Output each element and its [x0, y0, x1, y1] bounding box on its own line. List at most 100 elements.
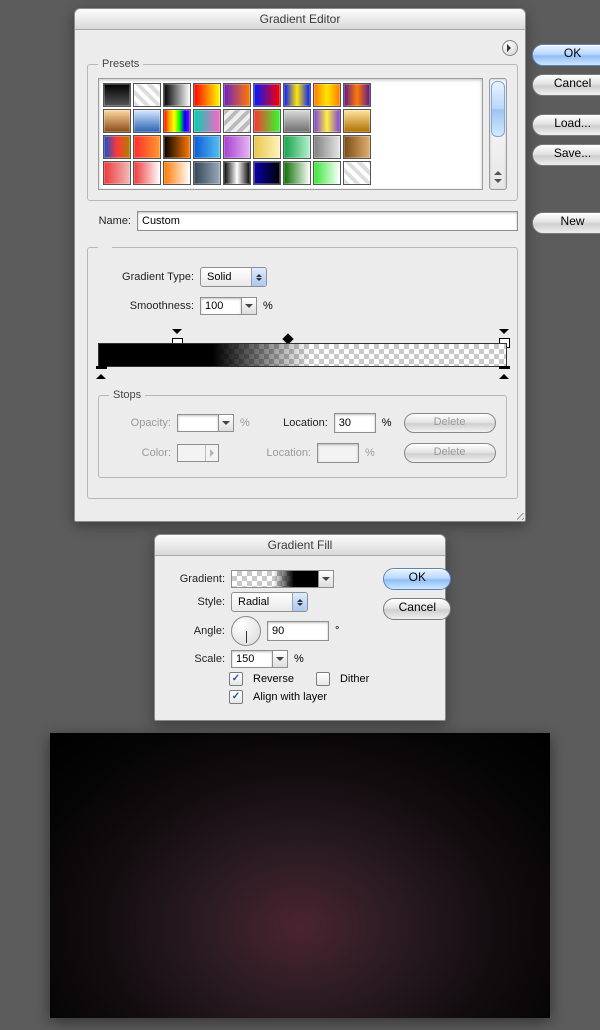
- opacity-value: [177, 414, 218, 432]
- preset-swatch[interactable]: [133, 83, 161, 107]
- align-label: Align with layer: [253, 691, 327, 703]
- percent-label: %: [263, 300, 273, 312]
- style-label: Style:: [167, 596, 225, 608]
- opacity-stop-left[interactable]: [172, 329, 182, 341]
- preset-swatch[interactable]: [163, 135, 191, 159]
- preset-swatch[interactable]: [193, 135, 221, 159]
- preset-swatch[interactable]: [163, 109, 191, 133]
- dropdown-arrow-icon[interactable]: [241, 297, 257, 315]
- gradient-editor-title: Gradient Editor: [75, 9, 525, 30]
- select-arrows-icon: [292, 593, 307, 611]
- style-value: Radial: [232, 596, 292, 608]
- preset-swatch[interactable]: [283, 161, 311, 185]
- preset-swatch[interactable]: [223, 135, 251, 159]
- delete-opacity-stop-button[interactable]: Delete: [404, 413, 496, 433]
- preset-swatch[interactable]: [253, 83, 281, 107]
- preset-swatch[interactable]: [343, 109, 371, 133]
- resize-grip-icon[interactable]: [517, 513, 524, 520]
- gradient-bar[interactable]: [98, 343, 507, 367]
- dropdown-arrow-icon[interactable]: [318, 570, 334, 588]
- preset-swatch[interactable]: [313, 135, 341, 159]
- style-select[interactable]: Radial: [231, 592, 308, 612]
- presets-flyout-icon[interactable]: [502, 40, 518, 56]
- scroll-up-icon[interactable]: [490, 165, 506, 177]
- preset-swatch[interactable]: [163, 83, 191, 107]
- preset-swatch[interactable]: [103, 135, 131, 159]
- preset-swatch[interactable]: [253, 135, 281, 159]
- preset-swatch[interactable]: [313, 83, 341, 107]
- gradient-label: Gradient:: [167, 573, 225, 585]
- align-checkbox[interactable]: [229, 690, 243, 704]
- preset-swatch[interactable]: [103, 109, 131, 133]
- scale-value[interactable]: [231, 650, 272, 668]
- smoothness-input[interactable]: [200, 297, 257, 315]
- opacity-input: [177, 414, 234, 432]
- scale-input[interactable]: [231, 650, 288, 668]
- color-label: Color:: [109, 447, 171, 459]
- gradient-fill-title: Gradient Fill: [155, 535, 445, 556]
- preset-swatch[interactable]: [223, 161, 251, 185]
- name-input[interactable]: [137, 211, 518, 231]
- cancel-button[interactable]: Cancel: [532, 74, 600, 96]
- gradient-type-select[interactable]: Solid: [200, 267, 267, 287]
- scroll-down-icon[interactable]: [490, 177, 506, 189]
- preset-swatch[interactable]: [103, 161, 131, 185]
- preset-swatch[interactable]: [163, 161, 191, 185]
- new-button[interactable]: New: [532, 212, 600, 234]
- color-location-label: Location:: [253, 447, 311, 459]
- preset-swatch[interactable]: [133, 135, 161, 159]
- preset-swatch[interactable]: [133, 109, 161, 133]
- color-stop-left[interactable]: [96, 367, 106, 379]
- presets-scrollbar[interactable]: [489, 78, 507, 190]
- angle-dial[interactable]: [231, 616, 261, 646]
- preset-swatch[interactable]: [283, 135, 311, 159]
- color-location-input: [317, 443, 359, 463]
- color-well: [177, 444, 219, 462]
- opacity-label: Opacity:: [109, 417, 171, 429]
- smoothness-label: Smoothness:: [98, 300, 194, 312]
- preset-swatch[interactable]: [133, 161, 161, 185]
- preset-swatch[interactable]: [193, 161, 221, 185]
- opacity-location-input[interactable]: [334, 413, 376, 433]
- preset-swatch[interactable]: [313, 161, 341, 185]
- presets-grid: [98, 78, 483, 190]
- cancel-button[interactable]: Cancel: [383, 598, 451, 620]
- opacity-location-label: Location:: [270, 417, 328, 429]
- load-button[interactable]: Load...: [532, 114, 600, 136]
- preset-swatch[interactable]: [223, 109, 251, 133]
- angle-label: Angle:: [167, 625, 225, 637]
- preset-swatch[interactable]: [103, 83, 131, 107]
- presets-group: Presets: [87, 58, 518, 201]
- stops-group: Stops Opacity: % Location: %: [98, 389, 507, 478]
- preset-swatch[interactable]: [343, 135, 371, 159]
- ok-button[interactable]: OK: [532, 44, 600, 66]
- preset-swatch[interactable]: [343, 161, 371, 185]
- stops-legend: Stops: [109, 389, 145, 401]
- preset-swatch[interactable]: [313, 109, 341, 133]
- gradient-picker[interactable]: [231, 570, 334, 588]
- gradient-type-label: Gradient Type:: [98, 271, 194, 283]
- preset-swatch[interactable]: [223, 83, 251, 107]
- delete-color-stop-button[interactable]: Delete: [404, 443, 496, 463]
- preset-swatch[interactable]: [283, 109, 311, 133]
- preset-swatch[interactable]: [193, 109, 221, 133]
- preset-swatch[interactable]: [253, 161, 281, 185]
- scrollbar-thumb[interactable]: [491, 81, 505, 137]
- preset-swatch[interactable]: [253, 109, 281, 133]
- save-button[interactable]: Save...: [532, 144, 600, 166]
- dither-label: Dither: [340, 673, 369, 685]
- chevron-right-icon: [205, 445, 218, 461]
- opacity-stop-right[interactable]: [499, 329, 509, 341]
- preset-swatch[interactable]: [193, 83, 221, 107]
- gradient-ramp[interactable]: [98, 323, 507, 383]
- preset-swatch[interactable]: [343, 83, 371, 107]
- dither-checkbox[interactable]: [316, 672, 330, 686]
- dropdown-arrow-icon[interactable]: [272, 650, 288, 668]
- color-stop-right[interactable]: [499, 367, 509, 379]
- ok-button[interactable]: OK: [383, 568, 451, 590]
- preset-swatch[interactable]: [283, 83, 311, 107]
- angle-input[interactable]: [267, 621, 329, 641]
- smoothness-value[interactable]: [200, 297, 241, 315]
- reverse-checkbox[interactable]: [229, 672, 243, 686]
- reverse-label: Reverse: [253, 673, 294, 685]
